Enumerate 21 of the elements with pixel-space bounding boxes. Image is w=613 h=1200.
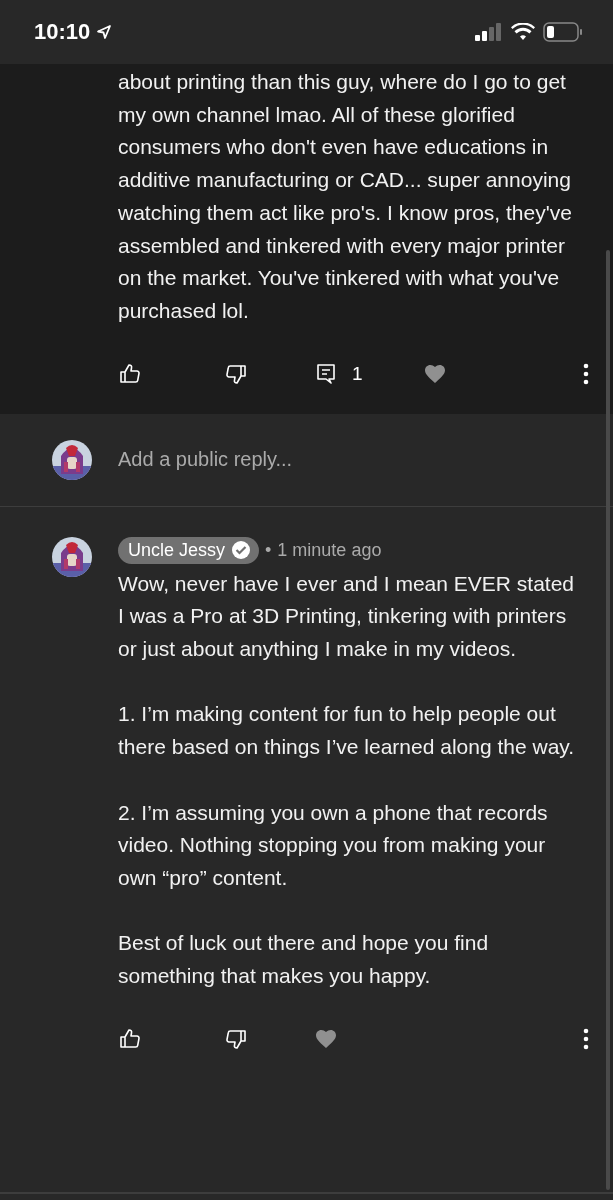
author-chip[interactable]: Uncle Jessy — [118, 536, 260, 564]
location-icon — [96, 24, 113, 40]
comment-text: Wow, never have I ever and I mean EVER stated I was a Pro at 3D Printing, tinkering with printers or just about anything I make in my videos. — [118, 570, 576, 663]
more-options-icon[interactable] — [583, 362, 589, 385]
comment-text: 2. I’m assuming you own a phone that records video. Nothing stopping you from making your own “pro” content. — [118, 799, 549, 891]
status-time: 10:10 — [34, 19, 91, 45]
more-options-icon[interactable] — [583, 1027, 589, 1050]
scrollbar[interactable] — [606, 250, 610, 1190]
comment-time: 1 minute ago — [277, 539, 382, 561]
comment-text: about printing than this guy, where do I go to get my own channel lmao. All of these glorified consumers who don't even have educations in additive manufacturing or CAD... super annoying watching them act like pro's. I know pros, they've assembled and tinkered with every major printer on the market. You've tinkered with what you've purchased lol. — [118, 69, 573, 324]
reply-field[interactable]: Add a public reply... — [118, 448, 518, 472]
comment-icon — [314, 361, 338, 386]
separator-dot: • — [265, 539, 272, 561]
like-button[interactable] — [118, 361, 142, 386]
reply-button[interactable]: 1 — [314, 361, 363, 386]
comment-text: Best of luck out there and hope you find something that makes you happy. — [118, 930, 490, 989]
signal-icon — [475, 23, 503, 41]
comment-text: 1. I’m making content for fun to help people out there based on things I’ve learned along the way. — [118, 701, 576, 761]
wifi-icon — [511, 23, 535, 41]
like-button[interactable] — [118, 1026, 142, 1051]
battery-icon — [543, 22, 583, 42]
